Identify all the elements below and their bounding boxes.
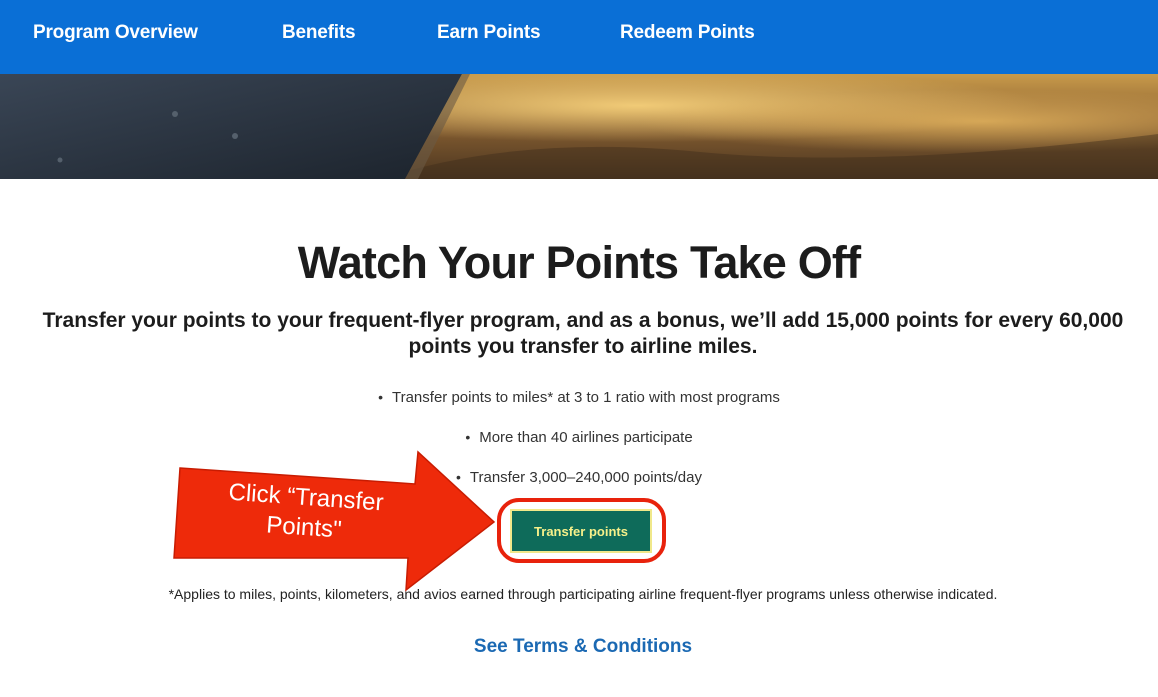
list-item: • Transfer points to miles* at 3 to 1 rat…	[0, 386, 1158, 426]
hero-banner-image	[0, 74, 1158, 179]
nav-program-overview[interactable]: Program Overview	[33, 22, 198, 44]
nav-earn-points[interactable]: Earn Points	[437, 22, 541, 44]
terms-link[interactable]: See Terms & Conditions	[0, 636, 1158, 658]
top-nav: Program Overview Benefits Earn Points Re…	[0, 0, 1158, 74]
nav-redeem-points[interactable]: Redeem Points	[620, 22, 755, 44]
page-title: Watch Your Points Take Off	[297, 237, 861, 288]
page-subtitle: Transfer your points to your frequent-fl…	[42, 309, 1124, 358]
nav-benefits[interactable]: Benefits	[282, 22, 356, 44]
footnote: *Applies to miles, points, kilometers, a…	[168, 586, 998, 602]
bullet-icon: •	[378, 389, 383, 405]
transfer-points-button[interactable]: Transfer points	[512, 511, 650, 551]
